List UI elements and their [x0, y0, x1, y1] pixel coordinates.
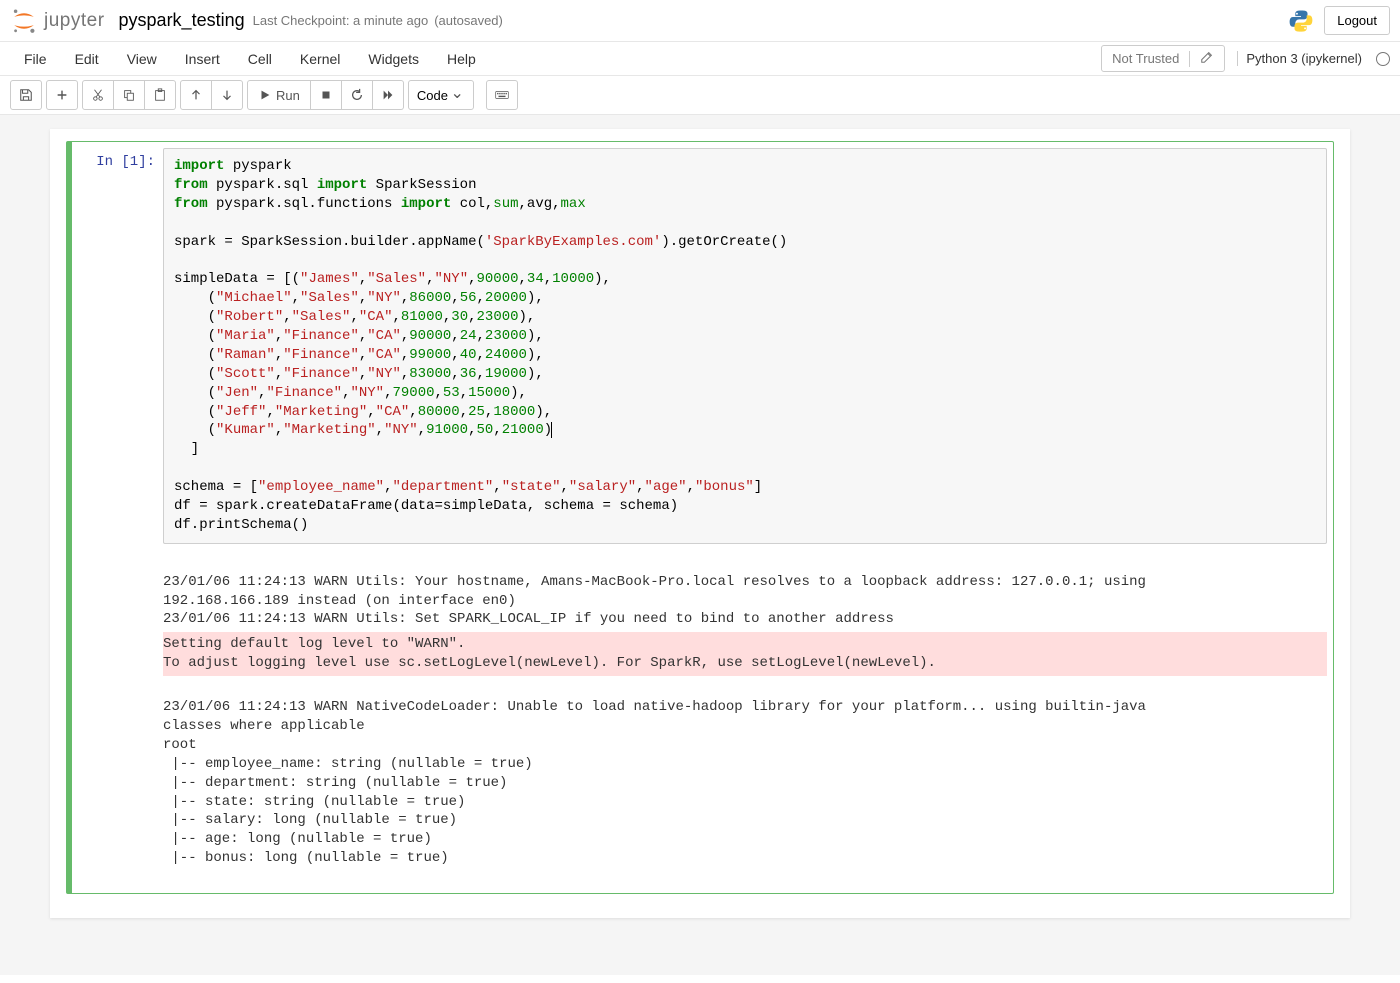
cut-button[interactable]: [82, 80, 114, 110]
save-button[interactable]: [10, 80, 42, 110]
code-cell[interactable]: In [1]: import pyspark from pyspark.sql …: [66, 141, 1334, 894]
trust-indicator[interactable]: Not Trusted: [1101, 45, 1225, 72]
notebook-name[interactable]: pyspark_testing: [119, 10, 245, 31]
restart-button[interactable]: [342, 80, 373, 110]
command-palette-button[interactable]: [486, 80, 518, 110]
input-prompt: In [1]:: [75, 148, 163, 544]
menu-cell[interactable]: Cell: [234, 45, 286, 73]
notebook-container: In [1]: import pyspark from pyspark.sql …: [50, 129, 1350, 918]
pencil-icon[interactable]: [1200, 50, 1214, 67]
menu-help[interactable]: Help: [433, 45, 490, 73]
jupyter-text: jupyter: [44, 10, 105, 32]
run-button[interactable]: Run: [247, 80, 311, 110]
trust-label: Not Trusted: [1112, 51, 1179, 66]
code-input-area[interactable]: import pyspark from pyspark.sql import S…: [163, 148, 1327, 544]
stdout-text-1: 23/01/06 11:24:13 WARN Utils: Your hostn…: [163, 574, 1146, 628]
toolbar: Run Code: [0, 76, 1400, 115]
menu-file[interactable]: File: [10, 45, 61, 73]
restart-run-all-button[interactable]: [373, 80, 404, 110]
logout-button[interactable]: Logout: [1324, 6, 1390, 35]
stderr-text: Setting default log level to "WARN". To …: [163, 636, 936, 671]
menu-widgets[interactable]: Widgets: [354, 45, 433, 73]
interrupt-button[interactable]: [311, 80, 342, 110]
menu-edit[interactable]: Edit: [61, 45, 113, 73]
code-text[interactable]: import pyspark from pyspark.sql import S…: [174, 157, 1316, 535]
jupyter-logo[interactable]: jupyter: [10, 7, 105, 35]
add-cell-button[interactable]: [46, 80, 78, 110]
checkpoint-status: Last Checkpoint: a minute ago: [253, 13, 429, 28]
autosaved-status: (autosaved): [434, 13, 503, 28]
run-label: Run: [276, 88, 300, 103]
cell-type-select[interactable]: Code: [408, 80, 474, 110]
output-area: 23/01/06 11:24:13 WARN Utils: Your hostn…: [163, 554, 1327, 887]
python-icon: [1288, 8, 1314, 34]
kernel-name[interactable]: Python 3 (ipykernel): [1237, 51, 1362, 66]
jupyter-icon: [10, 7, 38, 35]
menu-view[interactable]: View: [113, 45, 171, 73]
paste-button[interactable]: [145, 80, 176, 110]
menu-insert[interactable]: Insert: [171, 45, 234, 73]
kernel-indicator-icon: [1376, 52, 1390, 66]
move-down-button[interactable]: [212, 80, 243, 110]
notebook-scroll-area[interactable]: In [1]: import pyspark from pyspark.sql …: [0, 115, 1400, 975]
header: jupyter pyspark_testing Last Checkpoint:…: [0, 0, 1400, 42]
stdout-text-2: 23/01/06 11:24:13 WARN NativeCodeLoader:…: [163, 699, 1146, 866]
move-up-button[interactable]: [180, 80, 212, 110]
menubar: FileEditViewInsertCellKernelWidgetsHelp …: [0, 42, 1400, 76]
copy-button[interactable]: [114, 80, 145, 110]
menu-kernel[interactable]: Kernel: [286, 45, 354, 73]
